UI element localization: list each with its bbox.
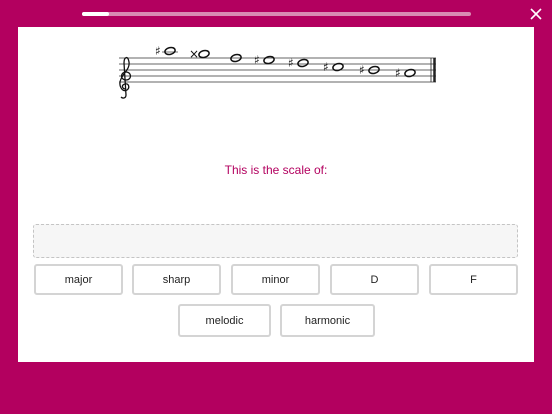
accidental-4: ♯: [254, 53, 260, 67]
answer-drop-zone[interactable]: [33, 224, 518, 258]
close-icon: [530, 8, 542, 20]
accidental-2: ×: [189, 47, 199, 61]
question-panel: ♯ × ♯ ♯ ♯ ♯ ♯ This is the scale of: major shar…: [18, 27, 534, 362]
progress-bar: [82, 12, 471, 16]
music-staff: ♯ × ♯ ♯ ♯ ♯ ♯: [119, 44, 436, 99]
accidental-1: ♯: [155, 44, 161, 58]
option-harmonic-button[interactable]: harmonic: [280, 304, 375, 337]
note-6: ♯: [323, 60, 344, 74]
accidental-7: ♯: [359, 63, 365, 77]
accidental-5: ♯: [288, 56, 294, 70]
note-4: ♯: [254, 53, 275, 67]
accidental-6: ♯: [323, 60, 329, 74]
treble-clef-icon: [119, 56, 132, 99]
note-8: ♯: [395, 66, 416, 80]
note-1: ♯: [155, 44, 178, 58]
note-2: ×: [189, 47, 210, 61]
staff-lines: [119, 57, 436, 83]
progress-fill: [82, 12, 109, 16]
option-sharp-button[interactable]: sharp: [132, 264, 221, 295]
close-button[interactable]: [528, 6, 544, 22]
scale-notes: ♯ × ♯ ♯ ♯ ♯ ♯: [155, 44, 416, 80]
option-d-button[interactable]: D: [330, 264, 419, 295]
option-f-button[interactable]: F: [429, 264, 518, 295]
accidental-8: ♯: [395, 66, 401, 80]
option-melodic-button[interactable]: melodic: [178, 304, 271, 337]
option-minor-button[interactable]: minor: [231, 264, 320, 295]
question-prompt: This is the scale of:: [224, 163, 328, 177]
option-major-button[interactable]: major: [34, 264, 123, 295]
